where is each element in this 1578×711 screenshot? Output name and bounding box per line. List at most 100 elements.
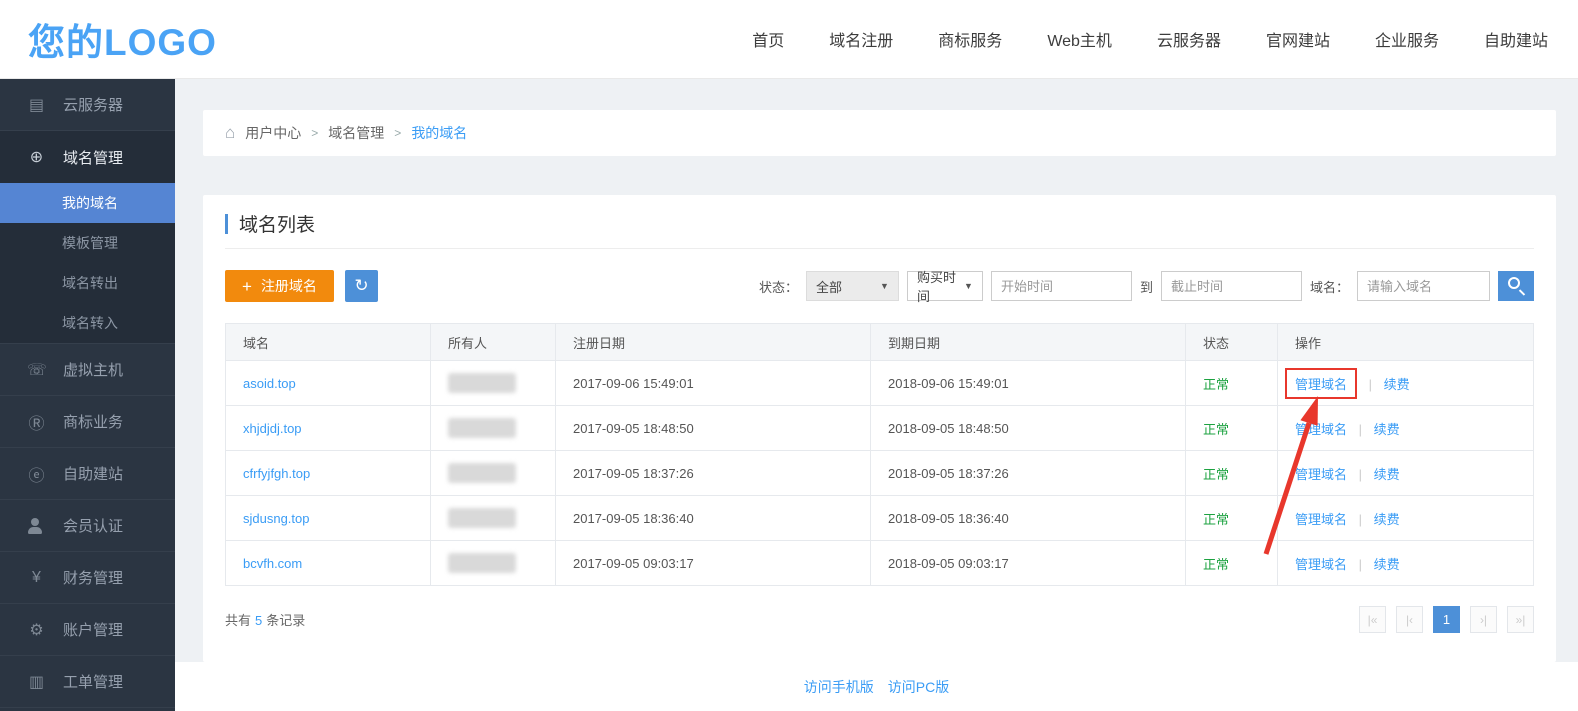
domain-table: 域名 所有人 注册日期 到期日期 状态 操作 asoid.top 2017-09… bbox=[225, 323, 1534, 586]
domain-link[interactable]: xhjdjdj.top bbox=[243, 421, 302, 436]
nav-item-enterprise-service[interactable]: 企业服务 bbox=[1375, 27, 1439, 51]
sidebar-item-cloud-server[interactable]: ▤ 云服务器 bbox=[0, 79, 175, 131]
pagination-prev-button[interactable]: |‹ bbox=[1396, 606, 1423, 633]
expire-date-cell: 2018-09-05 18:37:26 bbox=[871, 451, 1186, 496]
pagination-last-button[interactable]: »| bbox=[1507, 606, 1534, 633]
table-row: asoid.top 2017-09-06 15:49:01 2018-09-06… bbox=[226, 361, 1534, 406]
table-header-row: 域名 所有人 注册日期 到期日期 状态 操作 bbox=[226, 324, 1534, 361]
nav-item-cloud-server[interactable]: 云服务器 bbox=[1157, 27, 1221, 51]
renew-link[interactable]: 续费 bbox=[1374, 557, 1400, 572]
actions-cell: 管理域名 | 续费 bbox=[1278, 361, 1534, 406]
search-button[interactable] bbox=[1498, 271, 1534, 301]
sidebar-item-account-management[interactable]: ⚙ 账户管理 bbox=[0, 604, 175, 656]
sidebar-item-trademark-business[interactable]: Ⓡ 商标业务 bbox=[0, 396, 175, 448]
actions-cell: 管理域名 | 续费 bbox=[1278, 496, 1534, 541]
register-date-cell: 2017-09-05 09:03:17 bbox=[556, 541, 871, 586]
breadcrumb: ⌂ 用户中心 > 域名管理 > 我的域名 bbox=[203, 110, 1556, 156]
sidebar-item-label: 工单管理 bbox=[63, 671, 123, 692]
sidebar-subgroup-domain: 我的域名 模板管理 域名转出 域名转入 bbox=[0, 183, 175, 344]
column-header-status: 状态 bbox=[1186, 324, 1278, 361]
domain-search-input[interactable] bbox=[1357, 271, 1490, 301]
sidebar-item-label: 虚拟主机 bbox=[63, 359, 123, 380]
breadcrumb-my-domains[interactable]: 我的域名 bbox=[411, 123, 467, 143]
breadcrumb-separator: > bbox=[311, 126, 318, 140]
expire-date-cell: 2018-09-05 18:48:50 bbox=[871, 406, 1186, 451]
sidebar-item-label: 会员认证 bbox=[63, 515, 123, 536]
manage-domain-link[interactable]: 管理域名 bbox=[1295, 422, 1347, 437]
renew-link[interactable]: 续费 bbox=[1374, 512, 1400, 527]
summary-prefix: 共有 bbox=[225, 613, 251, 628]
pagination-first-button[interactable]: |« bbox=[1359, 606, 1386, 633]
domain-list-card: 域名列表 + 注册域名 ↻ 状态： 全部 ▼ bbox=[203, 195, 1556, 662]
time-type-select[interactable]: 购买时间 ▼ bbox=[907, 271, 983, 301]
nav-item-official-site[interactable]: 官网建站 bbox=[1266, 27, 1330, 51]
status-cell: 正常 bbox=[1186, 361, 1278, 406]
breadcrumb-domain-management[interactable]: 域名管理 bbox=[328, 123, 384, 143]
sidebar-item-self-site-builder[interactable]: ⓔ 自助建站 bbox=[0, 448, 175, 500]
status-select-value: 全部 bbox=[816, 277, 842, 296]
sidebar-item-template-management[interactable]: 模板管理 bbox=[0, 223, 175, 263]
top-header: 您的LOGO 首页 域名注册 商标服务 Web主机 云服务器 官网建站 企业服务… bbox=[0, 0, 1578, 79]
sidebar-item-label: 自助建站 bbox=[63, 463, 123, 484]
expire-date-cell: 2018-09-05 18:36:40 bbox=[871, 496, 1186, 541]
card-title-row: 域名列表 bbox=[225, 195, 1534, 249]
nav-item-web-hosting[interactable]: Web主机 bbox=[1047, 27, 1112, 51]
sidebar-item-domain-transfer-out[interactable]: 域名转出 bbox=[0, 263, 175, 303]
nav-item-home[interactable]: 首页 bbox=[752, 27, 784, 51]
caret-down-icon: ▼ bbox=[964, 281, 973, 291]
toolbar: + 注册域名 ↻ 状态： 全部 ▼ 购买时间 ▼ bbox=[225, 270, 1534, 302]
renew-link[interactable]: 续费 bbox=[1374, 467, 1400, 482]
manage-domain-link[interactable]: 管理域名 bbox=[1295, 377, 1347, 392]
record-count-summary: 共有5条记录 bbox=[225, 610, 305, 629]
expire-date-cell: 2018-09-06 15:49:01 bbox=[871, 361, 1186, 406]
nav-item-trademark-service[interactable]: 商标服务 bbox=[938, 27, 1002, 51]
pagination-page-1-button[interactable]: 1 bbox=[1433, 606, 1460, 633]
sidebar-item-my-domains[interactable]: 我的域名 bbox=[0, 183, 175, 223]
app-root: 您的LOGO 首页 域名注册 商标服务 Web主机 云服务器 官网建站 企业服务… bbox=[0, 0, 1578, 711]
sidebar-item-domain-transfer-in[interactable]: 域名转入 bbox=[0, 303, 175, 343]
domain-link[interactable]: asoid.top bbox=[243, 376, 296, 391]
sidebar-item-member-verification[interactable]: 会员认证 bbox=[0, 500, 175, 552]
sidebar-item-virtual-host[interactable]: ☏ 虚拟主机 bbox=[0, 344, 175, 396]
yen-icon: ¥ bbox=[27, 569, 46, 587]
manage-domain-link[interactable]: 管理域名 bbox=[1295, 557, 1347, 572]
mobile-version-link[interactable]: 访问手机版 bbox=[804, 677, 874, 697]
phone-host-icon: ☏ bbox=[27, 360, 46, 380]
register-date-cell: 2017-09-06 15:49:01 bbox=[556, 361, 871, 406]
domain-link[interactable]: sjdusng.top bbox=[243, 511, 310, 526]
logo: 您的LOGO bbox=[28, 12, 217, 66]
register-domain-button[interactable]: + 注册域名 bbox=[225, 270, 334, 302]
breadcrumb-user-center[interactable]: 用户中心 bbox=[245, 123, 301, 143]
column-header-register-date: 注册日期 bbox=[556, 324, 871, 361]
main-content: ⌂ 用户中心 > 域名管理 > 我的域名 域名列表 + 注册域名 ↻ bbox=[175, 79, 1578, 711]
gear-icon: ⚙ bbox=[27, 620, 46, 640]
domain-link[interactable]: bcvfh.com bbox=[243, 556, 302, 571]
nav-item-self-site[interactable]: 自助建站 bbox=[1484, 27, 1548, 51]
filter-bar: 状态： 全部 ▼ 购买时间 ▼ 到 域名： bbox=[759, 271, 1534, 301]
register-date-cell: 2017-09-05 18:48:50 bbox=[556, 406, 871, 451]
person-icon bbox=[27, 518, 46, 534]
nav-item-domain-register[interactable]: 域名注册 bbox=[829, 27, 893, 51]
column-header-expire-date: 到期日期 bbox=[871, 324, 1186, 361]
refresh-button[interactable]: ↻ bbox=[345, 270, 378, 302]
renew-link[interactable]: 续费 bbox=[1374, 422, 1400, 437]
manage-domain-link[interactable]: 管理域名 bbox=[1295, 512, 1347, 527]
end-date-input[interactable] bbox=[1161, 271, 1302, 301]
manage-domain-link[interactable]: 管理域名 bbox=[1295, 467, 1347, 482]
status-filter-label: 状态： bbox=[759, 277, 798, 296]
renew-link[interactable]: 续费 bbox=[1384, 377, 1410, 392]
pc-version-link[interactable]: 访问PC版 bbox=[888, 677, 949, 697]
page-footer: 访问手机版 访问PC版 bbox=[175, 662, 1578, 711]
sidebar-item-finance-management[interactable]: ¥ 财务管理 bbox=[0, 552, 175, 604]
status-select[interactable]: 全部 ▼ bbox=[806, 271, 899, 301]
pagination-next-button[interactable]: ›| bbox=[1470, 606, 1497, 633]
record-count: 5 bbox=[255, 613, 262, 628]
sidebar-item-domain-management[interactable]: ⊕ 域名管理 bbox=[0, 131, 175, 183]
start-date-input[interactable] bbox=[991, 271, 1132, 301]
sidebar-item-ticket-management[interactable]: ▥ 工单管理 bbox=[0, 656, 175, 708]
domain-link[interactable]: cfrfyjfgh.top bbox=[243, 466, 310, 481]
status-cell: 正常 bbox=[1186, 406, 1278, 451]
home-icon: ⌂ bbox=[225, 123, 235, 143]
registered-trademark-icon: Ⓡ bbox=[27, 410, 46, 434]
sidebar: ▤ 云服务器 ⊕ 域名管理 我的域名 模板管理 域名转出 域名转入 ☏ 虚拟主机… bbox=[0, 79, 175, 711]
